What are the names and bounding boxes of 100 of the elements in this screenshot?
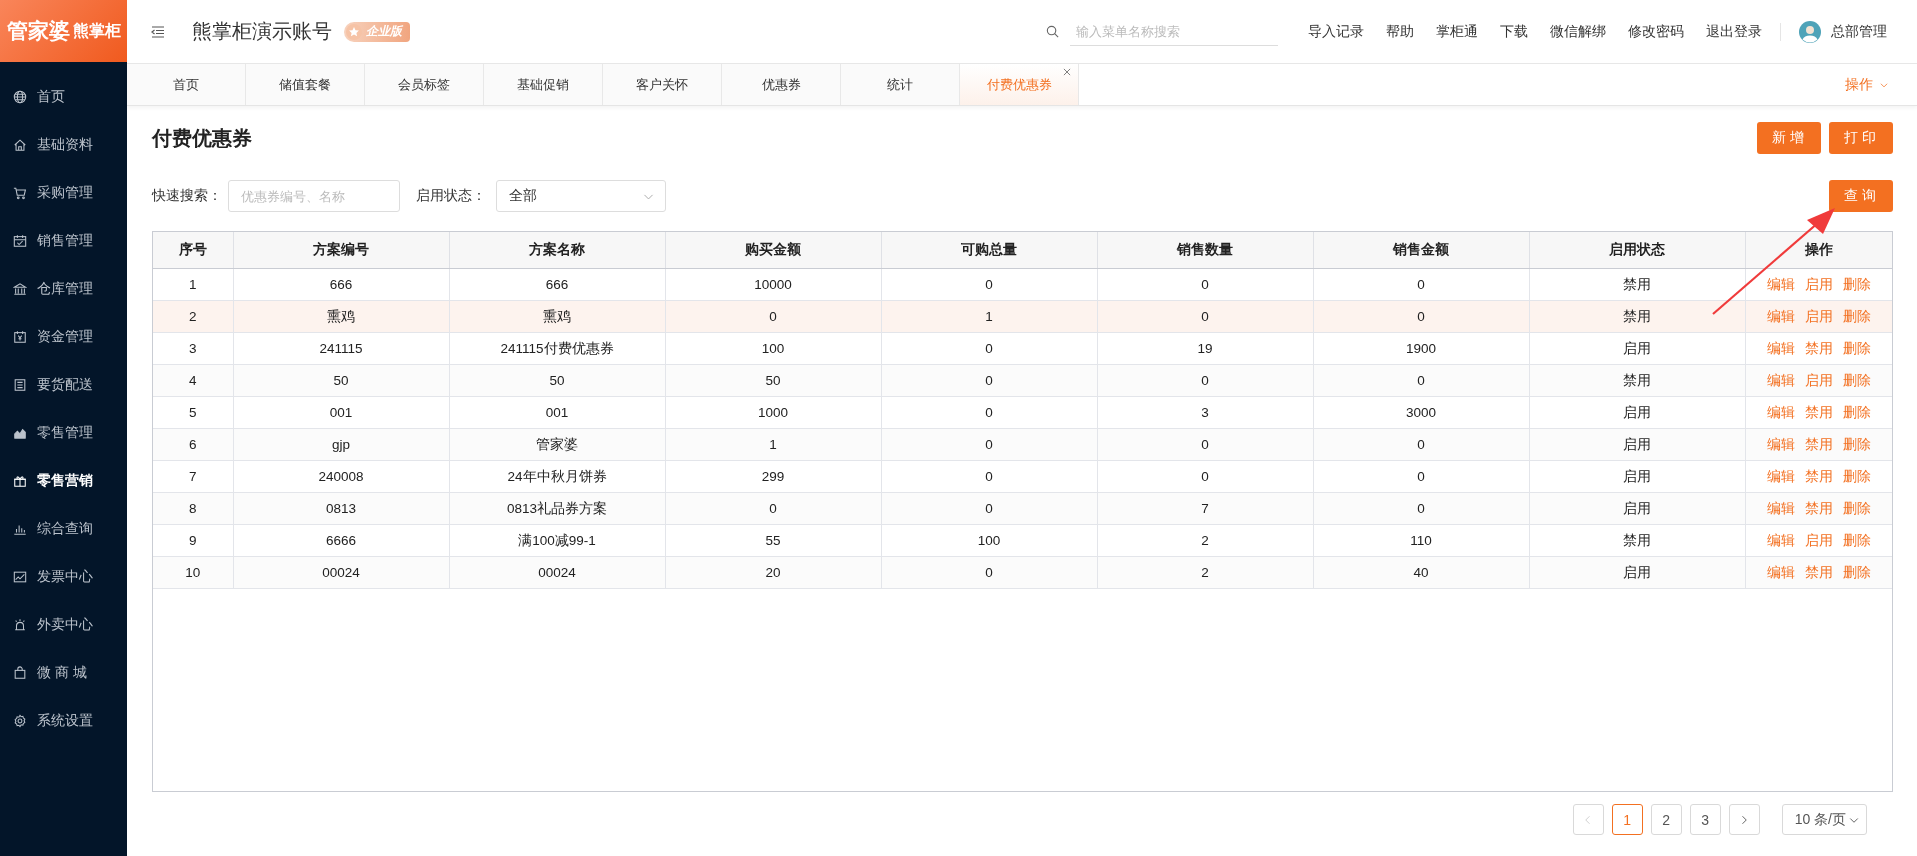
table-cell: 0 [881, 492, 1097, 525]
action-link[interactable]: 编辑 [1766, 339, 1795, 358]
action-link[interactable]: 编辑 [1766, 467, 1795, 486]
header-link[interactable]: 下载 [1500, 22, 1528, 41]
sidebar-item[interactable]: 要货配送 [0, 361, 127, 409]
sidebar-item[interactable]: 零售管理 [0, 409, 127, 457]
action-link[interactable]: 删除 [1842, 435, 1871, 454]
tab[interactable]: 优惠券 [722, 64, 841, 105]
header-link[interactable]: 导入记录 [1308, 22, 1364, 41]
action-link[interactable]: 编辑 [1766, 563, 1795, 582]
sidebar-item[interactable]: 微 商 城 [0, 649, 127, 697]
table-cell: 启用 [1529, 556, 1745, 589]
table-cell: 启用 [1529, 492, 1745, 525]
action-link[interactable]: 删除 [1842, 275, 1871, 294]
action-link[interactable]: 编辑 [1766, 275, 1795, 294]
action-link[interactable]: 禁用 [1804, 467, 1833, 486]
action-link[interactable]: 启用 [1804, 531, 1833, 550]
status-dropdown[interactable]: 全部 [496, 180, 666, 212]
sidebar-item[interactable]: 销售管理 [0, 217, 127, 265]
sidebar-item[interactable]: 资金管理 [0, 313, 127, 361]
action-link[interactable]: 删除 [1842, 307, 1871, 326]
toolbar-button[interactable]: 打印 [1829, 122, 1893, 154]
table-cell: 7 [1097, 492, 1313, 525]
action-link[interactable]: 编辑 [1766, 403, 1795, 422]
action-link[interactable]: 禁用 [1804, 435, 1833, 454]
table-cell: 6666 [233, 524, 449, 557]
action-link[interactable]: 删除 [1842, 531, 1871, 550]
table-cell: 7 [153, 460, 233, 493]
action-link[interactable]: 删除 [1842, 499, 1871, 518]
header-link[interactable]: 修改密码 [1628, 22, 1684, 41]
page-button[interactable]: 3 [1689, 804, 1721, 835]
toolbar-button[interactable]: 新增 [1757, 122, 1821, 154]
table-cell: 241115付费优惠券 [449, 332, 665, 365]
sidebar-item[interactable]: 外卖中心 [0, 601, 127, 649]
action-link[interactable]: 删除 [1842, 563, 1871, 582]
action-link[interactable]: 删除 [1842, 403, 1871, 422]
globe-icon [13, 90, 27, 104]
table-cell: 启用 [1529, 332, 1745, 365]
table-cell: 0 [881, 268, 1097, 301]
action-link[interactable]: 删除 [1842, 371, 1871, 390]
action-link[interactable]: 禁用 [1804, 563, 1833, 582]
action-link[interactable]: 删除 [1842, 339, 1871, 358]
menu-icon[interactable] [150, 23, 166, 40]
column-header: 可购总量 [881, 232, 1097, 269]
table-cell: 00024 [233, 556, 449, 589]
table-cell: 8 [153, 492, 233, 525]
column-header: 方案编号 [233, 232, 449, 269]
table-cell: 50 [665, 364, 881, 397]
tab[interactable]: 储值套餐 [246, 64, 365, 105]
sidebar-item[interactable]: 发票中心 [0, 553, 127, 601]
sidebar-item[interactable]: 仓库管理 [0, 265, 127, 313]
action-link[interactable]: 禁用 [1804, 339, 1833, 358]
query-button[interactable]: 查询 [1829, 180, 1893, 212]
action-link[interactable]: 启用 [1804, 307, 1833, 326]
tab[interactable]: 付费优惠券 [960, 64, 1079, 105]
header-link[interactable]: 退出登录 [1706, 22, 1762, 41]
tab[interactable]: 基础促销 [484, 64, 603, 105]
table-cell: 0 [1313, 492, 1529, 525]
tab-menu-button[interactable]: 操作 [1845, 64, 1917, 105]
table-cell: 0 [1313, 300, 1529, 333]
page-size-dropdown[interactable]: 10 条/页 [1781, 804, 1867, 835]
table-cell: 50 [449, 364, 665, 397]
tab[interactable]: 统计 [841, 64, 960, 105]
sidebar-item[interactable]: 首页 [0, 73, 127, 121]
action-link[interactable]: 禁用 [1804, 499, 1833, 518]
action-link[interactable]: 启用 [1804, 371, 1833, 390]
table-cell: 5 [153, 396, 233, 429]
table-cell: 1 [881, 300, 1097, 333]
user-name[interactable]: 总部管理 [1831, 22, 1887, 41]
sidebar-item[interactable]: 零售营销 [0, 457, 127, 505]
action-link[interactable]: 禁用 [1804, 403, 1833, 422]
header-link[interactable]: 掌柜通 [1436, 22, 1478, 41]
avatar-icon[interactable] [1799, 20, 1821, 43]
sidebar-item[interactable]: 综合查询 [0, 505, 127, 553]
tab[interactable]: 会员标签 [365, 64, 484, 105]
sidebar-item[interactable]: 采购管理 [0, 169, 127, 217]
action-link[interactable]: 编辑 [1766, 531, 1795, 550]
page-button[interactable]: 2 [1650, 804, 1682, 835]
header-link[interactable]: 微信解绑 [1550, 22, 1606, 41]
close-icon[interactable] [1062, 67, 1072, 77]
house-icon [13, 138, 27, 152]
sidebar-item[interactable]: 基础资料 [0, 121, 127, 169]
table-cell: 2 [1097, 524, 1313, 557]
action-link[interactable]: 删除 [1842, 467, 1871, 486]
tab[interactable]: 首页 [127, 64, 246, 105]
sidebar-item[interactable]: 系统设置 [0, 697, 127, 745]
action-link[interactable]: 启用 [1804, 275, 1833, 294]
action-link[interactable]: 编辑 [1766, 435, 1795, 454]
header-link[interactable]: 帮助 [1386, 22, 1414, 41]
tab[interactable]: 客户关怀 [603, 64, 722, 105]
action-link[interactable]: 编辑 [1766, 371, 1795, 390]
page-button[interactable]: 1 [1611, 804, 1643, 835]
table-cell: 管家婆 [449, 428, 665, 461]
action-link[interactable]: 编辑 [1766, 499, 1795, 518]
action-link[interactable]: 编辑 [1766, 307, 1795, 326]
search-field[interactable]: 优惠券编号、名称 [228, 180, 400, 212]
column-header: 方案名称 [449, 232, 665, 269]
line-chart-icon [13, 570, 27, 584]
search-icon [1045, 24, 1060, 39]
bag-icon [13, 666, 27, 680]
